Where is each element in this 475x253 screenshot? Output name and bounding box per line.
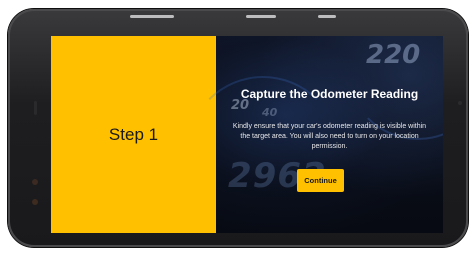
dialog-description: Kindly ensure that your car's odometer r… <box>232 123 427 150</box>
continue-button[interactable]: Continue <box>297 169 344 192</box>
ambient-sensor <box>458 101 462 105</box>
volume-button <box>130 15 174 18</box>
app-screen: Step 1 220 20 40 2962 Capture the Odomet… <box>51 36 443 233</box>
front-camera <box>32 179 38 185</box>
instruction-dialog: Capture the Odometer Reading Kindly ensu… <box>216 36 443 233</box>
power-button <box>246 15 276 18</box>
page: Step 1 220 20 40 2962 Capture the Odomet… <box>0 0 475 253</box>
proximity-sensor <box>32 199 38 205</box>
speaker-grille <box>34 101 37 115</box>
dialog-title: Capture the Odometer Reading <box>240 87 419 101</box>
phone-frame: Step 1 220 20 40 2962 Capture the Odomet… <box>8 9 468 247</box>
side-key <box>318 15 336 18</box>
step-label: Step 1 <box>108 124 159 144</box>
